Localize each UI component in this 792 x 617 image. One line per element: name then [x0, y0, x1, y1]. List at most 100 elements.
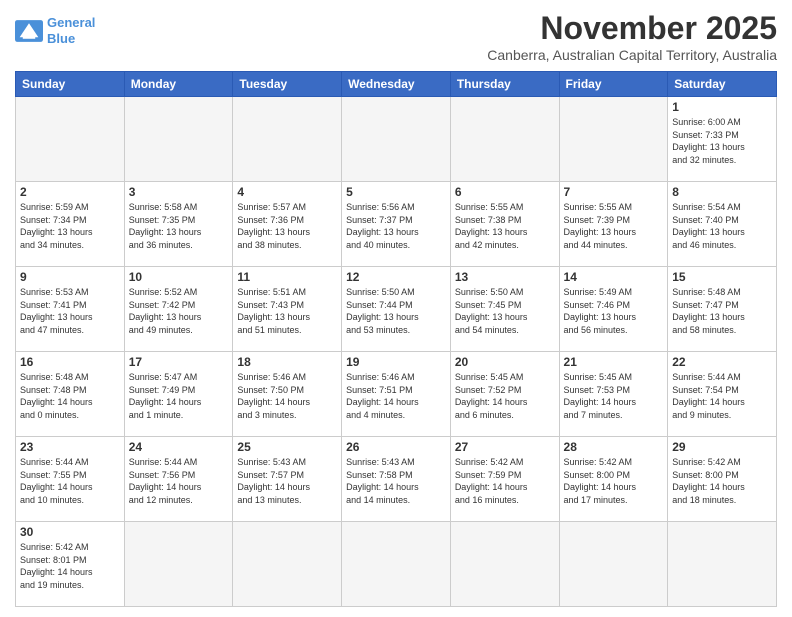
calendar-day-header: Monday — [124, 72, 233, 97]
calendar-day-cell: 10 Sunrise: 5:52 AM Sunset: 7:42 PM Dayli… — [124, 267, 233, 352]
day-number: 7 — [564, 185, 664, 199]
day-number: 18 — [237, 355, 337, 369]
day-info: Sunrise: 5:42 AM Sunset: 8:00 PM Dayligh… — [672, 456, 772, 506]
day-number: 27 — [455, 440, 555, 454]
calendar-day-cell — [124, 522, 233, 607]
calendar-day-cell: 13 Sunrise: 5:50 AM Sunset: 7:45 PM Dayli… — [450, 267, 559, 352]
day-number: 3 — [129, 185, 229, 199]
logo: General Blue — [15, 15, 95, 46]
day-info: Sunrise: 5:52 AM Sunset: 7:42 PM Dayligh… — [129, 286, 229, 336]
calendar-day-cell — [124, 97, 233, 182]
title-block: November 2025 Canberra, Australian Capit… — [487, 10, 777, 63]
calendar-day-cell: 19Sunrise: 5:46 AM Sunset: 7:51 PM Dayli… — [342, 352, 451, 437]
page: General Blue November 2025 Canberra, Aus… — [0, 0, 792, 617]
calendar-day-cell — [342, 97, 451, 182]
calendar-day-header: Friday — [559, 72, 668, 97]
day-number: 10 — [129, 270, 229, 284]
calendar-day-cell: 2Sunrise: 5:59 AM Sunset: 7:34 PM Daylig… — [16, 182, 125, 267]
day-info: Sunrise: 5:50 AM Sunset: 7:45 PM Dayligh… — [455, 286, 555, 336]
calendar-day-cell: 11 Sunrise: 5:51 AM Sunset: 7:43 PM Dayli… — [233, 267, 342, 352]
day-info: Sunrise: 5:44 AM Sunset: 7:55 PM Dayligh… — [20, 456, 120, 506]
day-info: Sunrise: 5:42 AM Sunset: 8:01 PM Dayligh… — [20, 541, 120, 591]
day-number: 25 — [237, 440, 337, 454]
calendar-day-cell: 29 Sunrise: 5:42 AM Sunset: 8:00 PM Dayli… — [668, 437, 777, 522]
day-number: 26 — [346, 440, 446, 454]
calendar-header-row: SundayMondayTuesdayWednesdayThursdayFrid… — [16, 72, 777, 97]
calendar-week-row: 9Sunrise: 5:53 AM Sunset: 7:41 PM Daylig… — [16, 267, 777, 352]
day-info: Sunrise: 6:00 AM Sunset: 7:33 PM Dayligh… — [672, 116, 772, 166]
day-info: Sunrise: 5:47 AM Sunset: 7:49 PM Dayligh… — [129, 371, 229, 421]
calendar-day-cell: 18Sunrise: 5:46 AM Sunset: 7:50 PM Dayli… — [233, 352, 342, 437]
day-info: Sunrise: 5:48 AM Sunset: 7:48 PM Dayligh… — [20, 371, 120, 421]
calendar-day-cell: 3 Sunrise: 5:58 AM Sunset: 7:35 PM Daylig… — [124, 182, 233, 267]
logo-general: General — [47, 15, 95, 30]
day-info: Sunrise: 5:45 AM Sunset: 7:52 PM Dayligh… — [455, 371, 555, 421]
calendar-day-cell — [559, 97, 668, 182]
calendar-day-cell: 27Sunrise: 5:42 AM Sunset: 7:59 PM Dayli… — [450, 437, 559, 522]
calendar-day-cell: 17Sunrise: 5:47 AM Sunset: 7:49 PM Dayli… — [124, 352, 233, 437]
day-info: Sunrise: 5:56 AM Sunset: 7:37 PM Dayligh… — [346, 201, 446, 251]
calendar-day-cell — [668, 522, 777, 607]
calendar-day-cell — [342, 522, 451, 607]
calendar-day-header: Thursday — [450, 72, 559, 97]
day-number: 15 — [672, 270, 772, 284]
day-number: 6 — [455, 185, 555, 199]
day-number: 13 — [455, 270, 555, 284]
day-number: 11 — [237, 270, 337, 284]
calendar-day-cell: 1 Sunrise: 6:00 AM Sunset: 7:33 PM Daylig… — [668, 97, 777, 182]
day-number: 29 — [672, 440, 772, 454]
subtitle: Canberra, Australian Capital Territory, … — [487, 47, 777, 63]
day-number: 23 — [20, 440, 120, 454]
day-info: Sunrise: 5:48 AM Sunset: 7:47 PM Dayligh… — [672, 286, 772, 336]
logo-blue: Blue — [47, 31, 75, 46]
calendar-day-cell: 26 Sunrise: 5:43 AM Sunset: 7:58 PM Dayli… — [342, 437, 451, 522]
day-number: 16 — [20, 355, 120, 369]
calendar: SundayMondayTuesdayWednesdayThursdayFrid… — [15, 71, 777, 607]
logo-icon — [15, 20, 43, 42]
calendar-day-cell — [450, 97, 559, 182]
calendar-day-cell: 21Sunrise: 5:45 AM Sunset: 7:53 PM Dayli… — [559, 352, 668, 437]
calendar-day-cell — [450, 522, 559, 607]
day-info: Sunrise: 5:55 AM Sunset: 7:38 PM Dayligh… — [455, 201, 555, 251]
calendar-day-cell: 24Sunrise: 5:44 AM Sunset: 7:56 PM Dayli… — [124, 437, 233, 522]
day-info: Sunrise: 5:42 AM Sunset: 8:00 PM Dayligh… — [564, 456, 664, 506]
day-number: 14 — [564, 270, 664, 284]
day-number: 12 — [346, 270, 446, 284]
calendar-day-header: Tuesday — [233, 72, 342, 97]
calendar-day-cell: 25Sunrise: 5:43 AM Sunset: 7:57 PM Dayli… — [233, 437, 342, 522]
day-number: 30 — [20, 525, 120, 539]
day-info: Sunrise: 5:51 AM Sunset: 7:43 PM Dayligh… — [237, 286, 337, 336]
calendar-week-row: 30 Sunrise: 5:42 AM Sunset: 8:01 PM Dayli… — [16, 522, 777, 607]
day-info: Sunrise: 5:44 AM Sunset: 7:56 PM Dayligh… — [129, 456, 229, 506]
day-info: Sunrise: 5:55 AM Sunset: 7:39 PM Dayligh… — [564, 201, 664, 251]
day-number: 28 — [564, 440, 664, 454]
calendar-week-row: 2Sunrise: 5:59 AM Sunset: 7:34 PM Daylig… — [16, 182, 777, 267]
calendar-day-cell: 6 Sunrise: 5:55 AM Sunset: 7:38 PM Daylig… — [450, 182, 559, 267]
day-number: 19 — [346, 355, 446, 369]
calendar-day-cell: 28 Sunrise: 5:42 AM Sunset: 8:00 PM Dayli… — [559, 437, 668, 522]
calendar-day-cell: 20 Sunrise: 5:45 AM Sunset: 7:52 PM Dayli… — [450, 352, 559, 437]
calendar-day-header: Saturday — [668, 72, 777, 97]
calendar-day-cell: 7 Sunrise: 5:55 AM Sunset: 7:39 PM Daylig… — [559, 182, 668, 267]
day-info: Sunrise: 5:49 AM Sunset: 7:46 PM Dayligh… — [564, 286, 664, 336]
calendar-day-cell — [16, 97, 125, 182]
calendar-day-cell — [233, 97, 342, 182]
day-info: Sunrise: 5:53 AM Sunset: 7:41 PM Dayligh… — [20, 286, 120, 336]
day-info: Sunrise: 5:43 AM Sunset: 7:58 PM Dayligh… — [346, 456, 446, 506]
calendar-day-header: Sunday — [16, 72, 125, 97]
calendar-day-cell: 5Sunrise: 5:56 AM Sunset: 7:37 PM Daylig… — [342, 182, 451, 267]
day-info: Sunrise: 5:57 AM Sunset: 7:36 PM Dayligh… — [237, 201, 337, 251]
calendar-day-cell: 30 Sunrise: 5:42 AM Sunset: 8:01 PM Dayli… — [16, 522, 125, 607]
calendar-day-cell: 4Sunrise: 5:57 AM Sunset: 7:36 PM Daylig… — [233, 182, 342, 267]
day-number: 2 — [20, 185, 120, 199]
calendar-day-cell: 22Sunrise: 5:44 AM Sunset: 7:54 PM Dayli… — [668, 352, 777, 437]
day-info: Sunrise: 5:58 AM Sunset: 7:35 PM Dayligh… — [129, 201, 229, 251]
day-number: 1 — [672, 100, 772, 114]
day-info: Sunrise: 5:45 AM Sunset: 7:53 PM Dayligh… — [564, 371, 664, 421]
calendar-day-cell: 14 Sunrise: 5:49 AM Sunset: 7:46 PM Dayli… — [559, 267, 668, 352]
day-number: 8 — [672, 185, 772, 199]
calendar-day-cell — [559, 522, 668, 607]
calendar-week-row: 1 Sunrise: 6:00 AM Sunset: 7:33 PM Daylig… — [16, 97, 777, 182]
day-number: 20 — [455, 355, 555, 369]
day-info: Sunrise: 5:44 AM Sunset: 7:54 PM Dayligh… — [672, 371, 772, 421]
